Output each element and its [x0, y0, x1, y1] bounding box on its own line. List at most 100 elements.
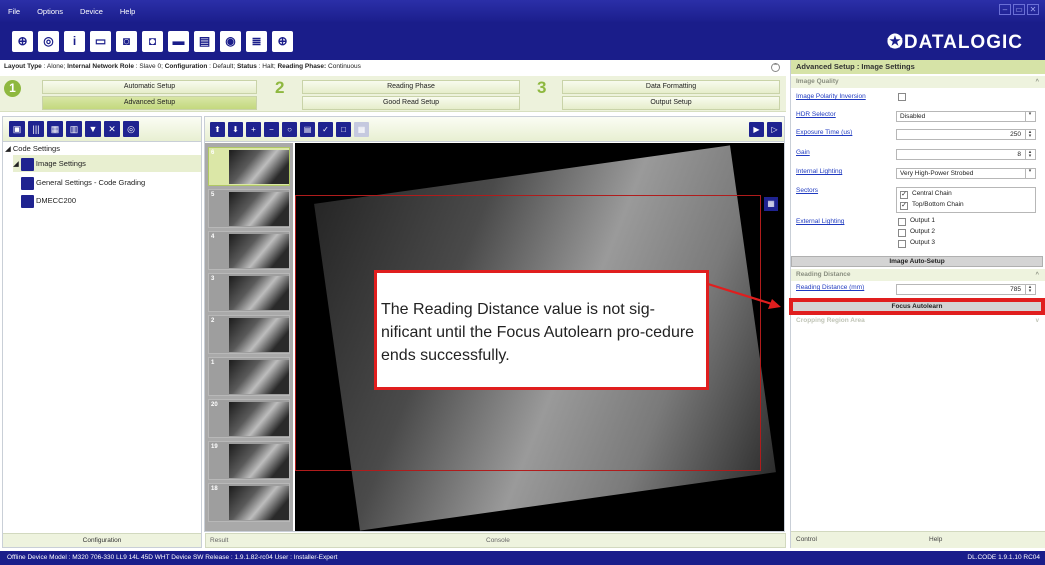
open-config-icon[interactable]: ◎	[38, 30, 59, 52]
step-icon[interactable]: ▷	[767, 122, 782, 137]
code-icon[interactable]: ▥	[66, 121, 82, 137]
menu-file[interactable]: File	[8, 7, 20, 16]
menu-options[interactable]: Options	[37, 7, 63, 16]
layout-type-value: Alone	[46, 63, 64, 70]
lighting-label[interactable]: Internal Lighting	[796, 168, 842, 175]
filter-icon[interactable]: ▼	[85, 121, 101, 137]
minimize-button[interactable]: –	[999, 4, 1011, 15]
automatic-setup-button[interactable]: Automatic Setup	[42, 80, 257, 94]
viewer-footer: Result Console	[205, 533, 786, 548]
arrow-down-icon[interactable]: ⬇	[228, 122, 243, 137]
gain-label[interactable]: Gain	[796, 149, 810, 156]
capture-icon[interactable]: ◙	[116, 30, 137, 52]
region-icon[interactable]: □	[336, 122, 351, 137]
tree-root-code-settings[interactable]: ◢ Code Settings	[5, 144, 60, 153]
camera-icon[interactable]: ◘	[142, 30, 163, 52]
tree-item-general-settings[interactable]: General Settings - Code Grading	[21, 176, 145, 190]
delete-icon[interactable]: ✕	[104, 121, 120, 137]
chevron-down-icon: ▾	[1025, 169, 1034, 178]
thumbnail[interactable]: 6	[208, 147, 290, 186]
spinner-icon[interactable]: ▴ ▾	[1025, 150, 1034, 159]
thumbnail[interactable]: 20	[208, 399, 290, 438]
decode-icon[interactable]: ▦	[764, 197, 778, 211]
datamatrix-icon[interactable]: ▦	[47, 121, 63, 137]
thumbnail[interactable]: 5	[208, 189, 290, 228]
expand-section-icon[interactable]: v	[1036, 315, 1039, 327]
configuration-tab[interactable]: Configuration	[3, 533, 201, 547]
zoom-in-icon[interactable]: +	[246, 122, 261, 137]
check-icon[interactable]: ✓	[318, 122, 333, 137]
display-icon[interactable]: ▤	[194, 30, 215, 52]
tree-item-dmecc200[interactable]: DMECC200	[21, 194, 76, 208]
spinner-icon[interactable]: ▴ ▾	[1025, 285, 1034, 294]
polarity-checkbox[interactable]	[898, 93, 906, 101]
output-2-checkbox[interactable]	[898, 229, 906, 237]
lighting-select[interactable]: Very High-Power Strobed ▾	[896, 168, 1036, 179]
result-tab[interactable]: Result	[210, 537, 228, 544]
reading-distance-input[interactable]: 785 ▴ ▾	[896, 284, 1036, 295]
arrow-up-icon[interactable]: ⬆	[210, 122, 225, 137]
layout-type-label: Layout Type	[4, 63, 42, 70]
console-tab[interactable]: Console	[486, 537, 510, 544]
window-icon[interactable]: ▭	[90, 30, 111, 52]
reading-distance-section[interactable]: Reading Distance ^	[791, 269, 1045, 281]
good-read-setup-button[interactable]: Good Read Setup	[302, 96, 520, 110]
image-quality-section[interactable]: Image Quality ^	[791, 76, 1045, 88]
image-auto-setup-button[interactable]: Image Auto-Setup	[791, 256, 1043, 267]
monitor-icon[interactable]: ▬	[168, 30, 189, 52]
thumbnail[interactable]: 4	[208, 231, 290, 270]
thumbnail-image	[229, 192, 289, 226]
collapse-section-icon[interactable]: ^	[1035, 269, 1039, 281]
zoom-icon[interactable]: ◎	[123, 121, 139, 137]
info-icon[interactable]: i	[64, 30, 85, 52]
scan-icon[interactable]: ◉	[220, 30, 241, 52]
gain-input[interactable]: 8 ▴ ▾	[896, 149, 1036, 160]
tree-item-image-settings[interactable]: ◢ Image Settings	[13, 155, 201, 172]
maximize-button[interactable]: ▭	[1013, 4, 1025, 15]
target-icon[interactable]: ⊕	[272, 30, 293, 52]
close-button[interactable]: ✕	[1027, 4, 1039, 15]
control-tab[interactable]: Control	[796, 532, 817, 548]
spinner-icon[interactable]: ▴ ▾	[1025, 130, 1034, 139]
settings-icon[interactable]: ≣	[246, 30, 267, 52]
thumbnail-image	[229, 276, 289, 310]
zoom-out-icon[interactable]: −	[264, 122, 279, 137]
external-lighting-label[interactable]: External Lighting	[796, 218, 844, 225]
cropping-region-section[interactable]: Cropping Region Area v	[791, 315, 1045, 327]
polarity-label[interactable]: Image Polarity Inversion	[796, 93, 866, 100]
advanced-setup-button[interactable]: Advanced Setup	[42, 96, 257, 110]
barcode-icon[interactable]: |||	[28, 121, 44, 137]
hdr-label[interactable]: HDR Selector	[796, 111, 836, 118]
output-setup-button[interactable]: Output Setup	[562, 96, 780, 110]
zoom-fit-icon[interactable]: ○	[282, 122, 297, 137]
thumbnail[interactable]: 3	[208, 273, 290, 312]
reading-distance-label[interactable]: Reading Distance (mm)	[796, 284, 864, 291]
thumbnail[interactable]: 19	[208, 441, 290, 480]
hdr-select[interactable]: Disabled ▾	[896, 111, 1036, 122]
thumbnail[interactable]: 18	[208, 483, 290, 522]
thumbnail[interactable]: 1	[208, 357, 290, 396]
menu-device[interactable]: Device	[80, 7, 103, 16]
save-image-icon[interactable]: ▤	[300, 122, 315, 137]
output-3-checkbox[interactable]	[898, 240, 906, 248]
thumb-label: 2	[211, 318, 215, 324]
image-settings-icon[interactable]: ▣	[9, 121, 25, 137]
data-formatting-button[interactable]: Data Formatting	[562, 80, 780, 94]
menu-help[interactable]: Help	[120, 7, 135, 16]
thumbnail-image	[229, 234, 289, 268]
collapse-icon[interactable]: ⌃	[771, 63, 780, 72]
collapse-section-icon[interactable]: ^	[1035, 76, 1039, 88]
output-1-checkbox[interactable]	[898, 218, 906, 226]
central-chain-checkbox[interactable]: ✓	[900, 191, 908, 199]
wrench-icon	[21, 176, 34, 190]
grid-icon[interactable]: ▦	[354, 122, 369, 137]
exposure-input[interactable]: 250 ▴ ▾	[896, 129, 1036, 140]
reading-phase-button[interactable]: Reading Phase	[302, 80, 520, 94]
help-tab[interactable]: Help	[929, 532, 942, 548]
thumbnail[interactable]: 2	[208, 315, 290, 354]
play-icon[interactable]: ▶	[749, 122, 764, 137]
exposure-label[interactable]: Exposure Time (us)	[796, 129, 852, 136]
sectors-label[interactable]: Sectors	[796, 187, 818, 194]
top-bottom-chain-checkbox[interactable]: ✓	[900, 202, 908, 210]
device-icon[interactable]: ⊕	[12, 30, 33, 52]
